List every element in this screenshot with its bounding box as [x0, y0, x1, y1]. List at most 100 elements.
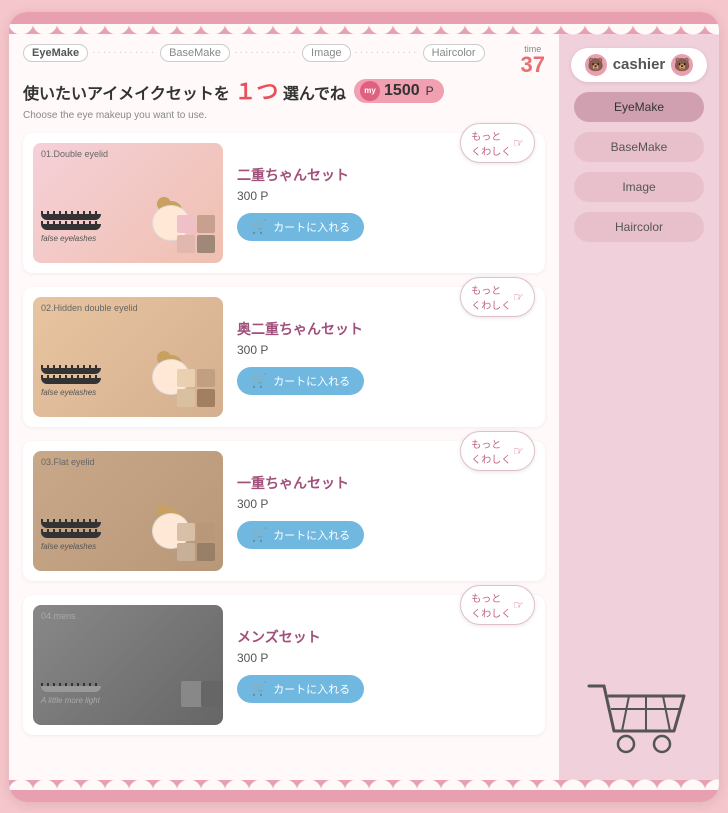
lash-line-bottom-3 — [41, 532, 101, 538]
product-card-4: もっとくわしく 04.mens A little more light メンズセ… — [23, 595, 545, 735]
bear-icon-left: 🐻 — [585, 54, 607, 76]
more-details-btn-2[interactable]: もっとくわしく — [460, 277, 535, 317]
add-to-cart-btn-4[interactable]: 🛒 カートに入れる — [237, 675, 364, 703]
false-label-2: false eyelashes — [41, 388, 101, 397]
coin-unit: P — [426, 84, 434, 98]
lash-line-top-1 — [41, 214, 101, 220]
sidebar-nav-basemake[interactable]: BaseMake — [574, 132, 704, 162]
swatch-3-1 — [177, 523, 195, 541]
swatches-4 — [181, 681, 219, 719]
lash-line-top-2 — [41, 368, 101, 374]
page-title: 使いたいアイメイクセットを １つ 選んでね — [23, 74, 346, 106]
nav-step-eyemake[interactable]: EyeMake — [23, 44, 88, 62]
cart-icon-4: 🛒 — [251, 681, 267, 697]
swatch-1-4 — [197, 235, 215, 253]
more-details-btn-3[interactable]: もっとくわしく — [460, 431, 535, 471]
eyelash-art-2: false eyelashes — [41, 368, 101, 397]
product-name-2: 奥二重ちゃんセット — [237, 319, 535, 339]
swatch-4-2 — [201, 681, 223, 707]
product-price-2: 300 P — [237, 343, 535, 357]
swatches-3 — [177, 523, 215, 561]
cart-btn-label-1: カートに入れる — [273, 219, 350, 235]
product-info-2: 奥二重ちゃんセット 300 P 🛒 カートに入れる — [237, 319, 535, 395]
page-title-prefix: 使いたいアイメイクセットを — [23, 86, 230, 103]
lash-line-bottom-2 — [41, 378, 101, 384]
swatch-1-2 — [197, 215, 215, 233]
swatch-3-2 — [197, 523, 215, 541]
product-img-label-1: 01.Double eyelid — [41, 149, 108, 159]
right-panel: 🐻 cashier 🐻 EyeMake BaseMake Image Hairc… — [559, 34, 719, 780]
product-info-3: 一重ちゃんセット 300 P 🛒 カートに入れる — [237, 473, 535, 549]
time-badge: time 37 — [521, 44, 545, 76]
product-image-2: 02.Hidden double eyelid false eyelashes — [33, 297, 223, 417]
lash-line-bottom-1 — [41, 224, 101, 230]
swatch-3-3 — [177, 543, 195, 561]
product-card-3: もっとくわしく 03.Flat eyelid false eyelashes — [23, 441, 545, 581]
swatch-2-3 — [177, 389, 195, 407]
product-info-4: メンズセット 300 P 🛒 カートに入れる — [237, 627, 535, 703]
shopping-cart-svg — [584, 671, 694, 761]
more-details-btn-1[interactable]: もっとくわしく — [460, 123, 535, 163]
false-label-1: false eyelashes — [41, 234, 101, 243]
swatches-1 — [177, 215, 215, 253]
nav-bar: EyeMake ············ BaseMake ··········… — [23, 44, 545, 62]
scallop-bottom-border — [9, 780, 719, 802]
eyelash-art-3: false eyelashes — [41, 522, 101, 551]
product-image-1: 01.Double eyelid false eyelashes — [33, 143, 223, 263]
product-name-3: 一重ちゃんセット — [237, 473, 535, 493]
coin-amount: 1500 — [384, 82, 420, 100]
lash-line-top-4 — [41, 686, 101, 692]
nav-dots-3: ············ — [355, 47, 419, 58]
product-price-1: 300 P — [237, 189, 535, 203]
nav-dots-1: ············ — [92, 47, 156, 58]
sidebar-nav-image[interactable]: Image — [574, 172, 704, 202]
add-to-cart-btn-2[interactable]: 🛒 カートに入れる — [237, 367, 364, 395]
cart-illustration — [584, 651, 694, 766]
swatch-2-2 — [197, 369, 215, 387]
page-title-highlight: １つ — [234, 79, 278, 104]
false-label-3: false eyelashes — [41, 542, 101, 551]
nav-step-haircolor[interactable]: Haircolor — [423, 44, 485, 62]
product-img-label-3: 03.Flat eyelid — [41, 457, 95, 467]
cart-btn-label-3: カートに入れる — [273, 527, 350, 543]
cashier-label: cashier — [613, 56, 666, 73]
product-name-4: メンズセット — [237, 627, 535, 647]
cart-icon-2: 🛒 — [251, 373, 267, 389]
more-details-btn-4[interactable]: もっとくわしく — [460, 585, 535, 625]
product-img-label-2: 02.Hidden double eyelid — [41, 303, 138, 313]
product-info-1: 二重ちゃんセット 300 P 🛒 カートに入れる — [237, 165, 535, 241]
product-card-2: もっとくわしく 02.Hidden double eyelid false ey… — [23, 287, 545, 427]
product-img-label-4: 04.mens — [41, 611, 76, 621]
swatch-1-1 — [177, 215, 195, 233]
bear-icon-right: 🐻 — [671, 54, 693, 76]
page-title-row: 使いたいアイメイクセットを １つ 選んでね my 1500 P — [23, 74, 545, 108]
false-label-4: A little more light — [41, 696, 101, 705]
page-title-suffix: 選んでね — [283, 86, 346, 103]
swatches-2 — [177, 369, 215, 407]
cart-icon-1: 🛒 — [251, 219, 267, 235]
nav-dots-2: ············ — [234, 47, 298, 58]
product-name-1: 二重ちゃんセット — [237, 165, 535, 185]
product-price-4: 300 P — [237, 651, 535, 665]
cart-btn-label-4: カートに入れる — [273, 681, 350, 697]
cart-icon-3: 🛒 — [251, 527, 267, 543]
swatch-3-4 — [197, 543, 215, 561]
product-price-3: 300 P — [237, 497, 535, 511]
nav-step-basemake[interactable]: BaseMake — [160, 44, 230, 62]
eyelash-art-1: false eyelashes — [41, 214, 101, 243]
swatch-1-3 — [177, 235, 195, 253]
eyelash-art-4: A little more light — [41, 686, 101, 705]
sidebar-nav-eyemake[interactable]: EyeMake — [574, 92, 704, 122]
add-to-cart-btn-1[interactable]: 🛒 カートに入れる — [237, 213, 364, 241]
coin-badge: my 1500 P — [354, 79, 444, 103]
sidebar-nav-haircolor[interactable]: Haircolor — [574, 212, 704, 242]
product-card-1: もっとくわしく 01.Double eyelid false eyelashes — [23, 133, 545, 273]
app-container: EyeMake ············ BaseMake ··········… — [9, 12, 719, 802]
product-image-3: 03.Flat eyelid false eyelashes — [33, 451, 223, 571]
scallop-top-border — [9, 12, 719, 34]
nav-step-image[interactable]: Image — [302, 44, 351, 62]
cashier-badge: 🐻 cashier 🐻 — [571, 48, 708, 82]
add-to-cart-btn-3[interactable]: 🛒 カートに入れる — [237, 521, 364, 549]
swatch-2-4 — [197, 389, 215, 407]
lash-line-top-3 — [41, 522, 101, 528]
